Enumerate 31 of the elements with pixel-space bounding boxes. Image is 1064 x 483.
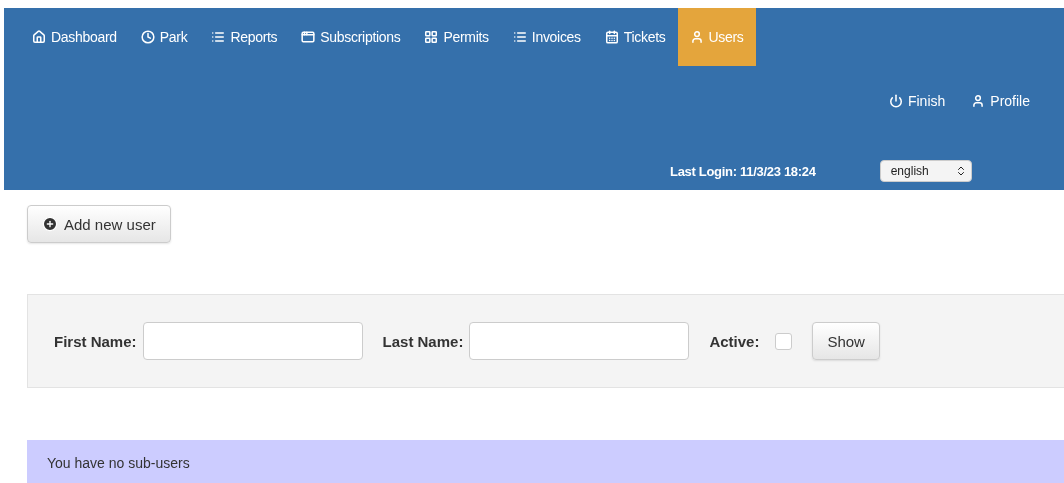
nav-tab[interactable]: Tickets bbox=[592, 8, 678, 66]
window-icon bbox=[301, 30, 316, 44]
field-label: Active: bbox=[709, 332, 760, 350]
first-name-field[interactable] bbox=[142, 322, 363, 360]
field-label: Last Name: bbox=[382, 332, 464, 350]
field-label: First Name: bbox=[54, 332, 137, 350]
user-icon bbox=[689, 30, 704, 44]
nav-tab[interactable]: Dashboard bbox=[20, 8, 129, 66]
nav-tab[interactable]: Reports bbox=[199, 8, 290, 66]
list-icon bbox=[512, 30, 527, 44]
header-link[interactable]: Finish bbox=[888, 90, 946, 112]
plus-circle-icon bbox=[42, 216, 58, 232]
list-icon bbox=[211, 30, 226, 44]
show-button[interactable]: Show bbox=[812, 322, 880, 360]
header-link[interactable]: Profile bbox=[971, 90, 1030, 112]
language-select[interactable]: english bbox=[879, 160, 972, 182]
last-name-field[interactable] bbox=[469, 322, 690, 360]
nav-tab[interactable]: Invoices bbox=[500, 8, 593, 66]
last-login-text: Last Login: 11/3/23 18:24 bbox=[670, 163, 816, 179]
nav-tab[interactable]: Permits bbox=[412, 8, 501, 66]
nav-tab[interactable]: Subscriptions bbox=[289, 8, 413, 66]
active-checkbox[interactable] bbox=[775, 332, 793, 350]
info-alert: You have no sub-users bbox=[27, 440, 1064, 483]
power-icon bbox=[888, 94, 903, 108]
calendar-icon bbox=[604, 30, 619, 44]
nav-tab[interactable]: Park bbox=[128, 8, 200, 66]
grid-icon bbox=[424, 30, 439, 44]
home-icon bbox=[32, 30, 46, 44]
user-icon bbox=[971, 94, 986, 108]
clock-icon bbox=[140, 30, 155, 44]
add-user-button[interactable]: Add new user bbox=[27, 205, 171, 243]
